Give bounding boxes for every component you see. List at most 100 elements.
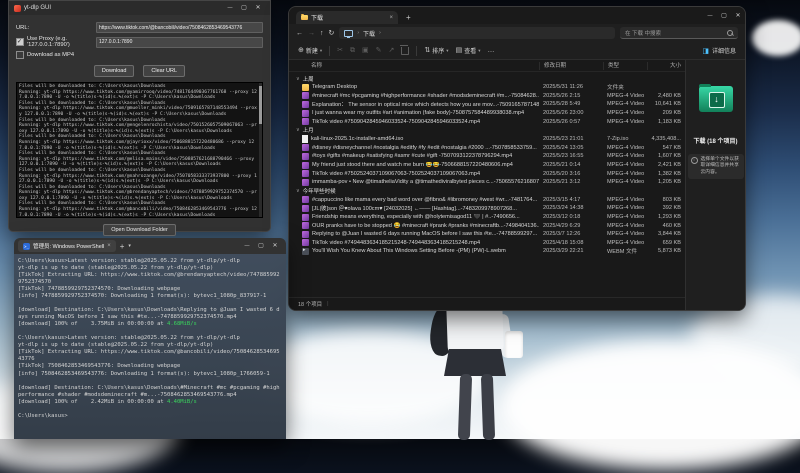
file-row[interactable]: I just wanna wear my outfits #art #anima… <box>289 109 685 118</box>
ytdlp-window-title: yt-dlp GUI <box>24 5 51 11</box>
breadcrumb[interactable]: › 下载 › <box>339 27 615 39</box>
download-mp4-checkbox[interactable] <box>16 51 24 59</box>
file-date: 2025/4/29 6:29 <box>539 223 603 229</box>
terminal-line: yt-dlp is up to date (stable@2025.05.22 … <box>18 342 282 349</box>
paste-icon[interactable]: ▣ <box>362 47 369 54</box>
proxy-input[interactable] <box>96 37 263 48</box>
open-download-folder-button[interactable]: Open Download Folder <box>103 224 176 236</box>
file-row[interactable]: OUR pranks have to be stopped 😂 #minecra… <box>289 221 685 230</box>
chevron-down-icon: ∨ <box>296 76 300 82</box>
file-list: ∨上周Telegram Desktop2025/5/31 11:26文件夹#mi… <box>289 72 685 297</box>
video-icon <box>302 144 309 151</box>
file-size: 2,480 KB <box>647 93 685 99</box>
ytdlp-app-icon <box>14 5 21 12</box>
minimize-icon[interactable] <box>240 239 254 253</box>
clear-url-button[interactable]: Clear URL <box>143 65 185 77</box>
file-date: 2025/3/15 4:17 <box>539 197 603 203</box>
scrollbar-thumb[interactable] <box>259 86 262 124</box>
file-row[interactable]: Replying to @Juan I wasted 6 days runnin… <box>289 230 685 239</box>
download-mp4-label: Download as MP4 <box>27 52 74 58</box>
rename-icon[interactable]: ✎ <box>376 47 382 54</box>
use-proxy-checkbox[interactable] <box>16 38 24 46</box>
copy-icon[interactable]: ⧉ <box>350 47 355 54</box>
log-line: Running: yt-dlp https://www.tiktok.com/@… <box>19 140 257 151</box>
more-icon[interactable]: … <box>487 47 494 54</box>
chevron-down-icon: ▾ <box>320 48 322 54</box>
up-icon[interactable]: ↑ <box>320 30 324 37</box>
file-row[interactable]: Friendship means everything, especially … <box>289 213 685 222</box>
file-date: 2025/3/24 14:38 <box>539 205 603 211</box>
file-row[interactable]: #cappuccino like mama every bad word ove… <box>289 196 685 205</box>
file-row[interactable]: #disney #disneychannel #nostalgia #editf… <box>289 144 685 153</box>
maximize-icon[interactable] <box>254 239 268 253</box>
file-row[interactable]: Telegram Desktop2025/5/31 11:26文件夹 <box>289 83 685 92</box>
file-row[interactable]: TikTok video #7494483634185215248-749448… <box>289 239 685 248</box>
minimize-icon[interactable] <box>223 1 237 15</box>
maximize-icon[interactable] <box>717 9 731 23</box>
new-tab-icon[interactable]: + <box>120 242 125 251</box>
file-row[interactable]: #toys #gifts #makeup #satisfying #asmr #… <box>289 152 685 161</box>
anime-figure-leg <box>458 374 472 440</box>
download-log[interactable]: Files will be downloaded to: C:\Users\ka… <box>16 82 263 218</box>
sort-button[interactable]: ⇅ 排序 ▾ <box>424 46 448 55</box>
file-row[interactable]: TikTok video #7509042845946033524-750904… <box>289 117 685 126</box>
details-pane-icon: ◨ <box>702 47 709 55</box>
file-date: 2025/5/24 13:05 <box>539 145 603 151</box>
details-pane-toggle[interactable]: ◨ 详细信息 <box>702 46 736 55</box>
forward-icon[interactable]: → <box>308 30 315 37</box>
search-icon <box>727 30 733 36</box>
maximize-icon[interactable] <box>237 1 251 15</box>
video-icon <box>302 239 309 246</box>
file-size: 392 KB <box>647 205 685 211</box>
url-input[interactable] <box>96 22 263 33</box>
terminal-tab-powershell[interactable]: >_ 管理员: Windows PowerShell × <box>18 240 116 252</box>
file-row[interactable]: kali-linux-2025.1c-installer-amd64.iso20… <box>289 135 685 144</box>
file-name: kali-linux-2025.1c-installer-amd64.iso <box>289 135 539 143</box>
view-button[interactable]: ▤ 查看 ▾ <box>456 46 481 55</box>
file-date: 2025/4/18 15:08 <box>539 240 603 246</box>
download-button[interactable]: Download <box>94 65 134 77</box>
ytdlp-titlebar[interactable]: yt-dlp GUI <box>9 1 270 15</box>
close-icon[interactable] <box>268 239 282 253</box>
refresh-icon[interactable]: ↻ <box>329 29 335 37</box>
close-icon[interactable] <box>731 9 745 23</box>
file-row[interactable]: immamba-pov • New @timatheliaVidity a @t… <box>289 178 685 187</box>
back-icon[interactable]: ← <box>296 30 303 37</box>
tab-close-icon[interactable]: × <box>389 15 393 21</box>
close-icon[interactable] <box>251 1 265 15</box>
explorer-tab-downloads[interactable]: 下载 × <box>296 11 398 24</box>
chevron-right-icon: › <box>379 30 381 36</box>
file-row[interactable]: [JL|彼]son ＠♥olava 100cm♥ [24032025] ←—— … <box>289 204 685 213</box>
group-header[interactable]: ∨今年早些时候 <box>289 187 685 196</box>
new-tab-icon[interactable]: + <box>406 11 411 24</box>
breadcrumb-downloads[interactable]: 下载 <box>363 29 375 38</box>
column-date-modified[interactable]: 修改日期 <box>539 62 603 70</box>
group-header[interactable]: ∨上周 <box>289 74 685 83</box>
file-name: I just wanna wear my outfits #art #anima… <box>289 110 539 117</box>
file-row[interactable]: Explanation： The sensor in optical mice … <box>289 100 685 109</box>
file-name: Friendship means everything, especially … <box>289 214 539 221</box>
share-icon[interactable]: ↗ <box>389 47 395 54</box>
tab-close-icon[interactable]: × <box>107 243 111 249</box>
file-row[interactable]: #minecraft #mc #pcgaming #highperformanc… <box>289 92 685 101</box>
file-row[interactable]: TikTok video #7502524037109067063-750252… <box>289 169 685 178</box>
chevron-down-icon[interactable]: ▾ <box>128 243 131 249</box>
file-name: Replying to @Juan I wasted 6 days runnin… <box>289 231 539 238</box>
column-headers: 名称 修改日期 类型 大小 <box>289 60 685 72</box>
file-size: 209 KB <box>647 110 685 116</box>
file-row[interactable]: My friend just stood there and watch me … <box>289 161 685 170</box>
column-name[interactable]: 名称 <box>289 62 539 70</box>
cut-icon[interactable]: ✂ <box>337 47 343 54</box>
column-size[interactable]: 大小 <box>647 62 685 70</box>
log-line: Running: yt-dlp https://www.tiktok.com/@… <box>19 90 257 101</box>
new-button[interactable]: ⊕ 新建 ▾ <box>298 46 322 55</box>
delete-icon[interactable] <box>401 47 409 55</box>
minimize-icon[interactable] <box>703 9 717 23</box>
terminal-output[interactable]: C:\Users\kasus>Latest version: stable@20… <box>14 254 286 439</box>
search-box[interactable]: 在 下载 中搜索 <box>620 27 738 39</box>
column-type[interactable]: 类型 <box>603 62 647 70</box>
file-row[interactable]: You'll Wish You Knew About This Windows … <box>289 247 685 256</box>
group-header[interactable]: ∨上月 <box>289 126 685 135</box>
group-label: 今年早些时候 <box>303 187 336 195</box>
file-name: TikTok video #7494483634185215248-749448… <box>289 239 539 246</box>
